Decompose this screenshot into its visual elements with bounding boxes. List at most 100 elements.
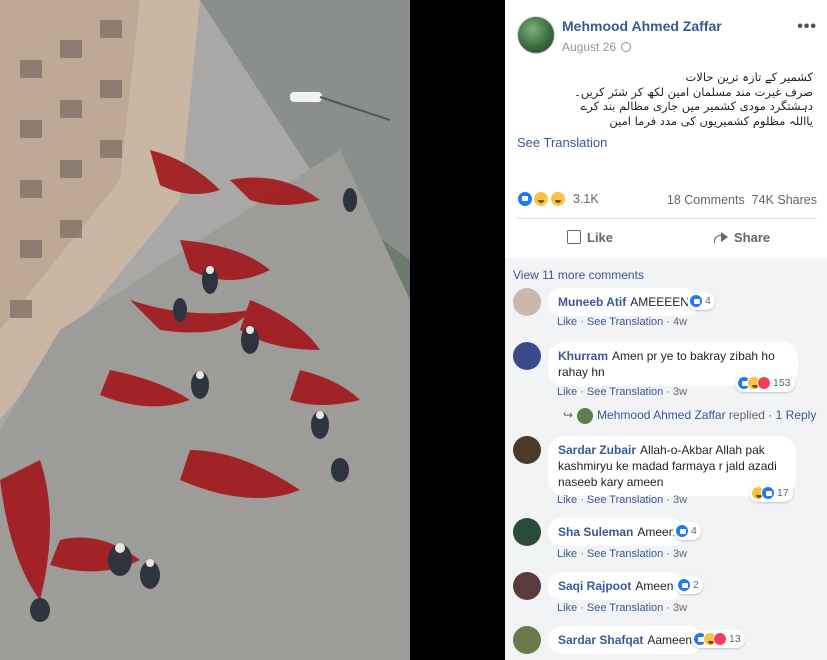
commenter-name[interactable]: Sha Suleman	[558, 525, 633, 539]
globe-icon	[621, 42, 632, 52]
post-date[interactable]: August 26	[562, 40, 632, 54]
comment-bubble: Saqi Rajpoot Ameen	[548, 572, 684, 600]
like-reaction-icon	[761, 486, 775, 501]
replier-avatar	[577, 408, 594, 424]
comment-see-translation-link[interactable]: See Translation	[587, 548, 663, 560]
reply-arrow-icon: ↪	[563, 408, 574, 423]
commenter-avatar[interactable]	[513, 572, 541, 600]
comment-see-translation-link[interactable]: See Translation	[587, 316, 663, 328]
street-photo-graphic	[0, 0, 410, 660]
post-date-text[interactable]: August 26	[562, 40, 616, 54]
like-button-label: Like	[587, 230, 614, 245]
shares-count[interactable]: 74K Shares	[752, 193, 817, 207]
love-reaction-icon	[713, 632, 727, 647]
comment-reactions[interactable]: 153	[735, 374, 795, 392]
comment-time[interactable]: 4w	[673, 316, 687, 328]
comment-see-translation-link[interactable]: See Translation	[587, 494, 663, 506]
comment-bubble: Sha Suleman Ameen	[548, 518, 686, 546]
like-reaction-icon	[517, 190, 533, 207]
commenter-name[interactable]: Muneeb Atif	[558, 295, 626, 309]
comment-text: Ameen	[637, 525, 676, 539]
comment-reactions[interactable]: 4	[673, 522, 701, 540]
like-reaction-icon	[677, 578, 691, 593]
comment-meta: Like · See Translation · 3w	[557, 602, 688, 614]
comment-reaction-count: 153	[773, 377, 791, 389]
post-text-line: صرف غیرت مند مسلمان امین لکھ کر شئر کریں…	[574, 84, 813, 99]
comment-like-link[interactable]: Like	[557, 494, 577, 506]
like-reaction-icon	[689, 294, 703, 309]
comment-like-link[interactable]: Like	[557, 316, 577, 328]
comment-reactions[interactable]: 13	[691, 630, 745, 648]
comment-like-link[interactable]: Like	[557, 602, 577, 614]
replier-name: Mehmood Ahmed Zaffar	[597, 408, 726, 423]
photo-viewer: Mehmood Ahmed Zaffar August 26 ••• کشمیر…	[0, 0, 827, 660]
comment-reactions[interactable]: 17	[749, 484, 793, 502]
comment-time[interactable]: 3w	[673, 386, 687, 398]
reaction-icons[interactable]	[517, 190, 566, 208]
comment-time[interactable]: 3w	[673, 548, 687, 560]
author-name[interactable]: Mehmood Ahmed Zaffar	[562, 18, 722, 34]
comment-like-link[interactable]: Like	[557, 548, 577, 560]
comment-reaction-count: 17	[777, 487, 789, 499]
divider	[517, 218, 817, 219]
comment-like-link[interactable]: Like	[557, 386, 577, 398]
commenter-avatar[interactable]	[513, 288, 541, 316]
commenter-name[interactable]: Sardar Shafqat	[558, 633, 643, 647]
comment-reaction-count: 13	[729, 633, 741, 645]
comment-meta: Like · See Translation · 3w	[557, 386, 688, 398]
post-photo[interactable]	[0, 0, 410, 660]
commenter-name[interactable]: Khurram	[558, 349, 608, 363]
reactions-summary: 3.1K 18 Comments 74K Shares	[517, 190, 817, 210]
post-text-line: یااللہ مظلوم کشمیریوں کی مدد فرما امین	[609, 113, 813, 128]
sad-reaction-icon	[533, 190, 550, 207]
thumbs-up-icon	[567, 230, 581, 244]
share-arrow-icon	[712, 231, 728, 243]
comment-reaction-count: 4	[691, 525, 697, 537]
comments-count[interactable]: 18 Comments	[667, 193, 745, 207]
comment-reaction-count: 4	[705, 295, 711, 307]
comments-section: View 11 more comments Muneeb Atif AMEEEEN…	[505, 258, 827, 660]
see-translation-link[interactable]: See Translation	[517, 135, 607, 150]
post-header: Mehmood Ahmed Zaffar August 26 •••	[517, 14, 817, 56]
haha-reaction-icon	[549, 190, 566, 207]
reaction-count[interactable]: 3.1K	[573, 192, 599, 206]
ellipsis-icon[interactable]: •••	[797, 18, 817, 36]
reply-count: 1 Reply	[775, 408, 817, 423]
view-more-comments-link[interactable]: View 11 more comments	[513, 268, 644, 282]
comment-meta: Like · See Translation · 3w	[557, 494, 688, 506]
photo-stage	[0, 0, 505, 660]
comment-time[interactable]: 3w	[673, 494, 687, 506]
post-text-line: کشمیر کے تازہ ترین حالات	[685, 70, 813, 84]
comment-reactions[interactable]: 4	[687, 292, 715, 310]
love-reaction-icon	[757, 376, 771, 391]
commenter-name[interactable]: Saqi Rajpoot	[558, 579, 631, 593]
commenter-name[interactable]: Sardar Zubair	[558, 443, 636, 457]
comment-meta: Like · See Translation · 3w	[557, 548, 688, 560]
author-avatar[interactable]	[517, 16, 555, 54]
comment-see-translation-link[interactable]: See Translation	[587, 602, 663, 614]
like-button[interactable]: Like	[567, 230, 613, 245]
comment-bubble: Sardar Shafqat Aameen	[548, 626, 703, 654]
commenter-avatar[interactable]	[513, 436, 541, 464]
comment-reactions[interactable]: 2	[675, 576, 703, 594]
comment-time[interactable]: 3w	[673, 602, 687, 614]
post-text-line: دہشتگرد مودی کشمیر میں جاری مظالم بند کر…	[580, 99, 814, 113]
post-panel: Mehmood Ahmed Zaffar August 26 ••• کشمیر…	[505, 0, 827, 660]
share-button-label: Share	[734, 230, 771, 245]
post-text: کشمیر کے تازہ ترین حالات صرف غیرت مند مس…	[523, 70, 813, 128]
commenter-avatar[interactable]	[513, 626, 541, 654]
reply-summary[interactable]: ↪ Mehmood Ahmed Zaffar replied · 1 Reply	[563, 408, 816, 424]
comment-reaction-count: 2	[693, 579, 699, 591]
commenter-avatar[interactable]	[513, 518, 541, 546]
like-reaction-icon	[675, 524, 689, 539]
share-button[interactable]: Share	[712, 230, 770, 245]
comment-text: Ameen	[635, 579, 674, 593]
reply-separator: ·	[768, 408, 773, 423]
commenter-avatar[interactable]	[513, 342, 541, 370]
comment-bubble: Muneeb Atif AMEEEEN	[548, 288, 699, 316]
comment-meta: Like · See Translation · 4w	[557, 316, 688, 328]
comment-see-translation-link[interactable]: See Translation	[587, 386, 663, 398]
action-row: Like Share	[517, 222, 817, 254]
comment-text: AMEEEEN	[630, 295, 689, 309]
comment-share-counts: 18 Comments 74K Shares	[667, 193, 817, 207]
